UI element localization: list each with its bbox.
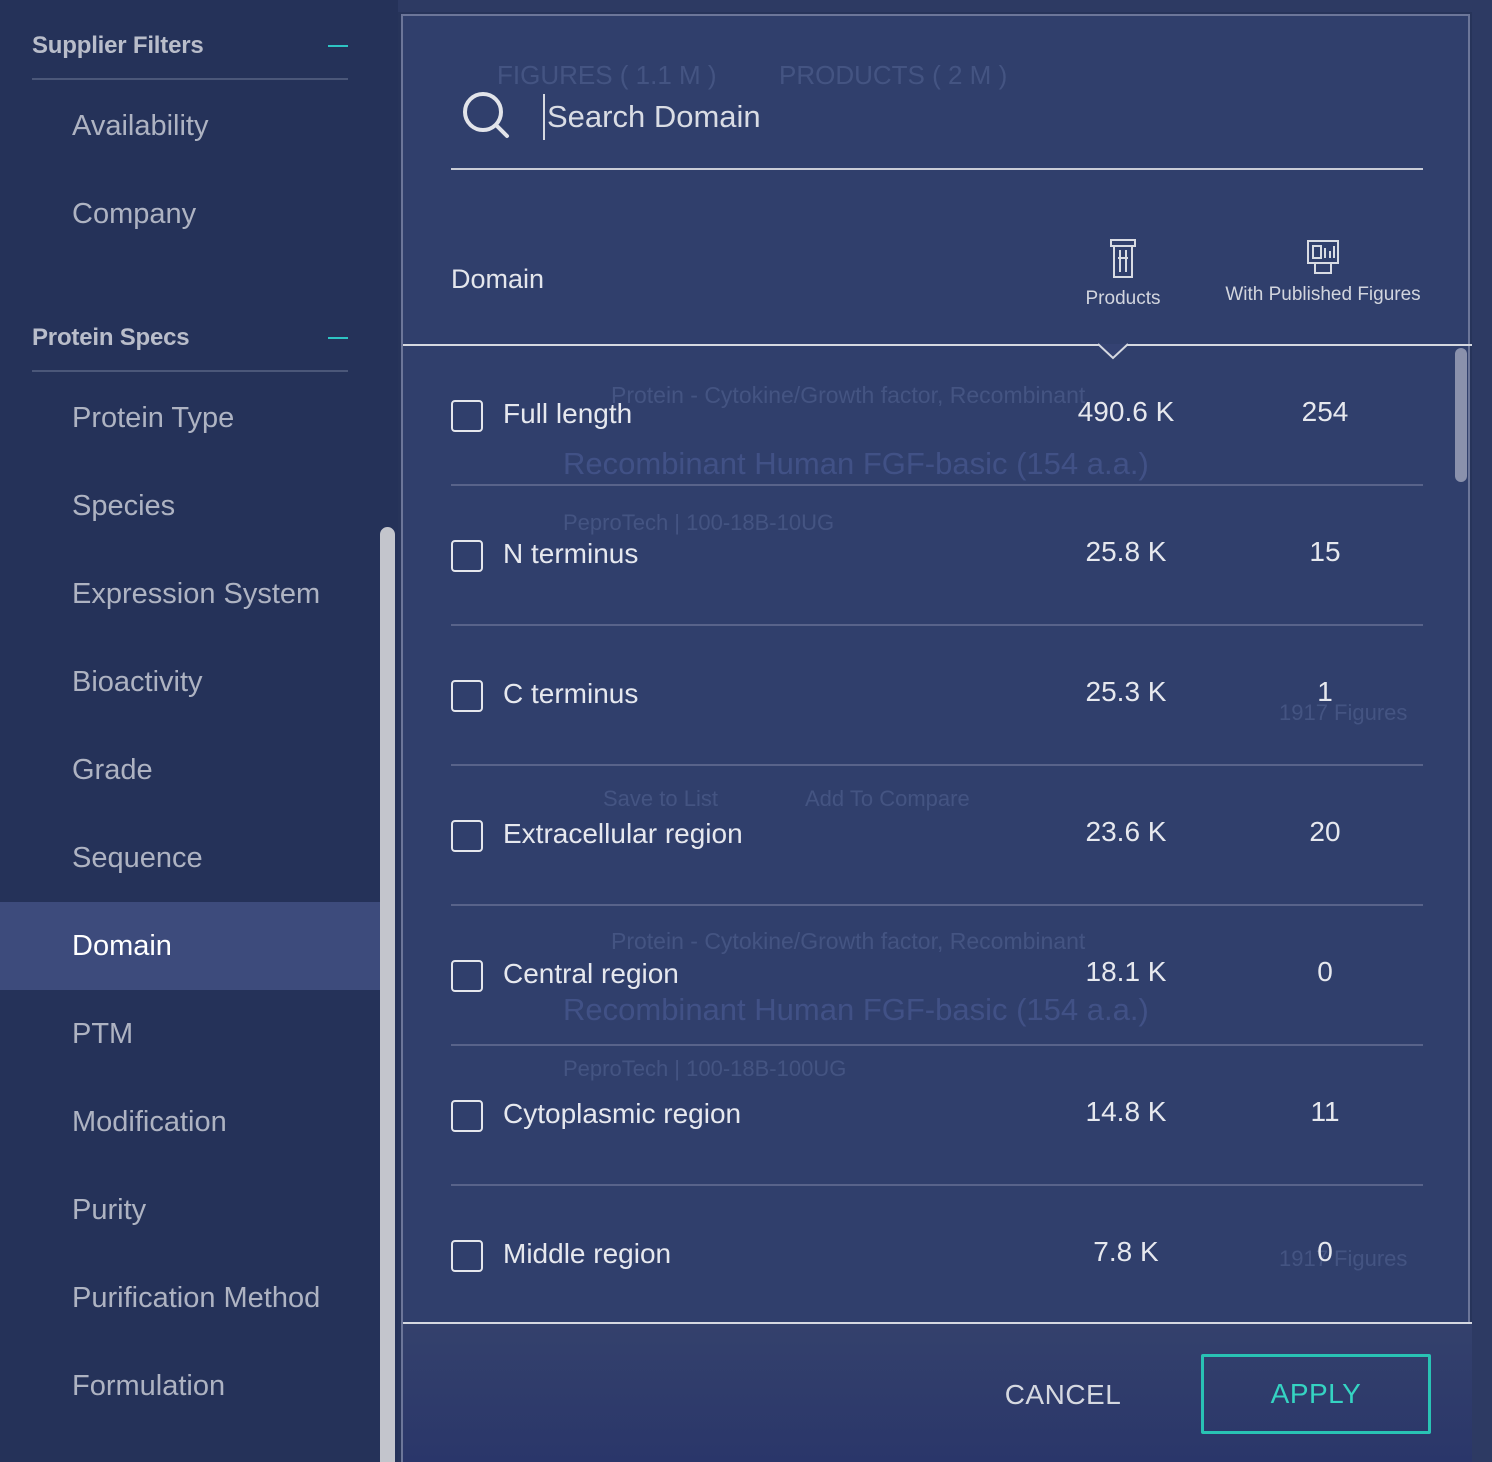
filter-sidebar: Supplier Filters Availability Company Pr…: [0, 0, 398, 1462]
domain-label: Central region: [503, 958, 679, 989]
product-vial-icon: [1110, 239, 1136, 278]
figures-column-label: With Published Figures: [1225, 284, 1421, 305]
domain-checkbox[interactable]: [451, 1240, 483, 1272]
search-icon: [463, 92, 509, 138]
products-column-label: Products: [1085, 288, 1161, 309]
domain-checkbox[interactable]: [451, 820, 483, 852]
section-supplier-filters[interactable]: Supplier Filters: [32, 14, 348, 80]
domain-row[interactable]: N terminus 25.8 K 15: [451, 486, 1423, 626]
products-count: 18.1 K: [1085, 956, 1167, 987]
domain-row[interactable]: Full length 490.6 K 254: [451, 346, 1423, 486]
products-count: 14.8 K: [1085, 1096, 1167, 1127]
filter-item-modification[interactable]: Modification: [0, 1078, 380, 1166]
figures-count: 15: [1309, 536, 1341, 567]
products-count: 23.6 K: [1085, 816, 1167, 847]
domain-label: Cytoplasmic region: [503, 1098, 742, 1129]
modal-footer: CANCEL APPLY: [403, 1322, 1472, 1462]
figures-count: 0: [1317, 1236, 1333, 1267]
collapse-icon[interactable]: [328, 45, 348, 47]
domain-checkbox[interactable]: [451, 1100, 483, 1132]
section-title: Protein Specs: [32, 324, 190, 351]
domain-filter-modal: FIGURES ( 1.1 M ) PRODUCTS ( 2 M ) Prote…: [401, 14, 1472, 1462]
top-strip: [398, 0, 1492, 12]
domain-label: Extracellular region: [503, 818, 743, 849]
cancel-button[interactable]: CANCEL: [993, 1374, 1133, 1416]
filter-item-ptm[interactable]: PTM: [0, 990, 380, 1078]
domain-label: C terminus: [503, 678, 639, 709]
filter-item-species[interactable]: Species: [0, 462, 380, 550]
domain-row[interactable]: Middle region 7.8 K 0: [451, 1186, 1423, 1322]
filter-item-sequence[interactable]: Sequence: [0, 814, 380, 902]
figures-column[interactable]: With Published Figures: [1221, 238, 1425, 306]
domain-label: Middle region: [503, 1238, 672, 1269]
section-title: Supplier Filters: [32, 32, 204, 59]
domain-checkbox[interactable]: [451, 960, 483, 992]
domain-list: Full length 490.6 K 254 N terminus 25.8 …: [403, 346, 1472, 1322]
published-figures-icon: [1307, 240, 1339, 274]
filter-item-bioactivity[interactable]: Bioactivity: [0, 638, 380, 726]
sidebar-scrollbar[interactable]: [380, 527, 395, 1462]
figures-count: 254: [1301, 396, 1349, 427]
column-header: Domain Products With Published Figures: [403, 216, 1472, 360]
domain-label: Full length: [503, 398, 633, 429]
filter-item-domain[interactable]: Domain: [0, 902, 380, 990]
search-bar: [451, 80, 1423, 170]
figures-count: 20: [1309, 816, 1341, 847]
products-count: 490.6 K: [1077, 396, 1175, 427]
domain-label: N terminus: [503, 538, 639, 569]
apply-button[interactable]: APPLY: [1201, 1354, 1431, 1434]
filter-item-grade[interactable]: Grade: [0, 726, 380, 814]
list-scrollbar[interactable]: [1455, 348, 1467, 482]
figures-count: 11: [1310, 1096, 1340, 1127]
domain-checkbox[interactable]: [451, 540, 483, 572]
domain-row[interactable]: C terminus 25.3 K 1: [451, 626, 1423, 766]
figures-count: 1: [1317, 676, 1333, 707]
figures-count: 0: [1317, 956, 1333, 987]
products-count: 25.3 K: [1085, 676, 1167, 707]
domain-row[interactable]: Central region 18.1 K 0: [451, 906, 1423, 1046]
filter-item-company[interactable]: Company: [0, 170, 380, 258]
domain-row[interactable]: Cytoplasmic region 14.8 K 11: [451, 1046, 1423, 1186]
domain-checkbox[interactable]: [451, 400, 483, 432]
products-count: 25.8 K: [1085, 536, 1167, 567]
filter-item-purity[interactable]: Purity: [0, 1166, 380, 1254]
right-strip: [1472, 0, 1492, 1462]
section-protein-specs[interactable]: Protein Specs: [32, 306, 348, 372]
domain-checkbox[interactable]: [451, 680, 483, 712]
search-input[interactable]: [543, 94, 1143, 140]
products-column[interactable]: Products: [1063, 238, 1183, 310]
filter-item-availability[interactable]: Availability: [0, 82, 380, 170]
filter-item-expression-system[interactable]: Expression System: [0, 550, 380, 638]
products-count: 7.8 K: [1093, 1236, 1159, 1267]
domain-row[interactable]: Extracellular region 23.6 K 20: [451, 766, 1423, 906]
domain-column-label: Domain: [451, 264, 545, 294]
collapse-icon[interactable]: [328, 337, 348, 339]
filter-item-purification-method[interactable]: Purification Method: [0, 1254, 380, 1342]
filter-item-protein-type[interactable]: Protein Type: [0, 374, 380, 462]
filter-item-formulation[interactable]: Formulation: [0, 1342, 380, 1430]
